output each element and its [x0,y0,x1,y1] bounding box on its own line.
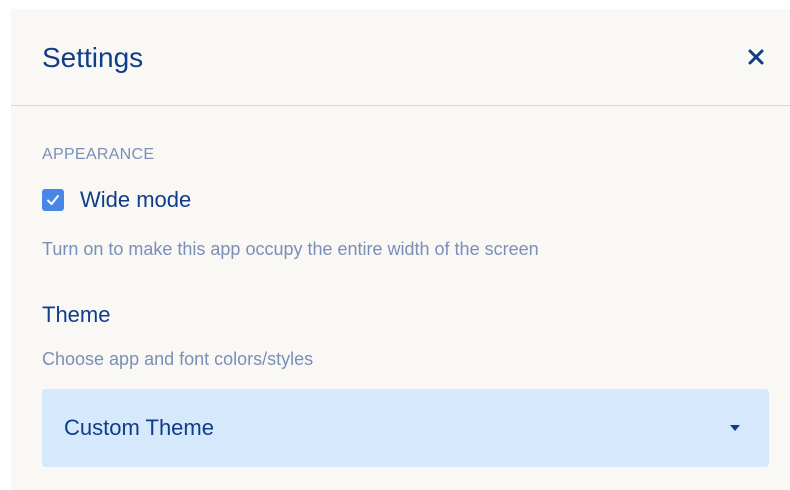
wide-mode-description: Turn on to make this app occupy the enti… [42,239,539,259]
chevron-down-icon [730,425,740,431]
theme-select[interactable]: Custom Theme [42,389,769,467]
wide-mode-label: Wide mode [80,187,192,212]
settings-dialog: Settings APPEARANCE Wide mode Turn on to… [11,9,790,490]
theme-description: Choose app and font colors/styles [42,349,314,369]
section-label-appearance: APPEARANCE [42,146,155,163]
close-button[interactable] [744,45,768,69]
wide-mode-checkbox[interactable] [42,189,64,211]
dialog-title: Settings [42,42,144,73]
wide-mode-checkbox-row[interactable]: Wide mode [42,187,191,213]
close-icon [748,49,764,65]
theme-title: Theme [42,302,111,327]
checkmark-icon [47,195,59,205]
dialog-header: Settings [11,9,790,106]
theme-select-value: Custom Theme [64,415,214,440]
